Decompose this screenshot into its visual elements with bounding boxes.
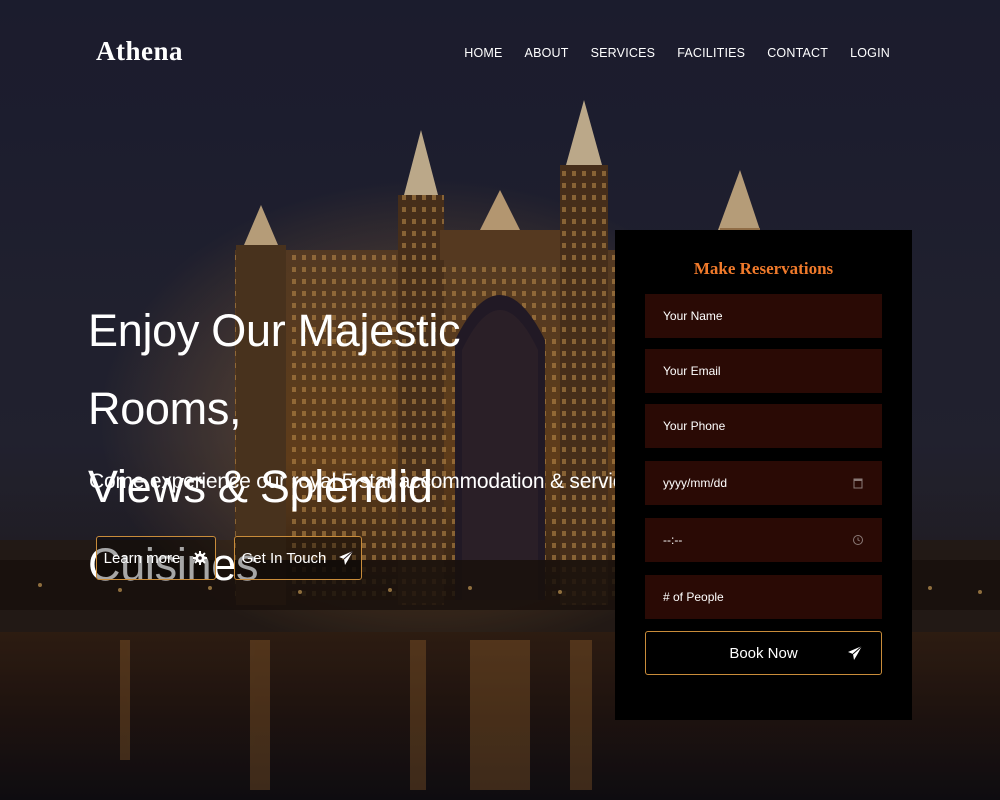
learn-more-label: Learn more [103, 549, 181, 567]
main-nav: HOME ABOUT SERVICES FACILITIES CONTACT L… [464, 46, 890, 60]
nav-contact[interactable]: CONTACT [767, 46, 828, 60]
nav-services[interactable]: SERVICES [591, 46, 656, 60]
nav-home[interactable]: HOME [464, 46, 502, 60]
name-field-placeholder: Your Name [663, 309, 723, 323]
date-field[interactable]: yyyy/mm/dd [645, 461, 882, 505]
learn-more-button[interactable]: Learn more [96, 536, 216, 580]
reservation-title: Make Reservations [693, 259, 834, 278]
hero-tagline: Come experience our royal 5 star accommo… [89, 470, 651, 493]
book-now-button[interactable]: Book Now [645, 631, 882, 675]
phone-field[interactable]: Your Phone [645, 404, 882, 448]
calendar-icon[interactable] [852, 477, 864, 489]
email-field[interactable]: Your Email [645, 349, 882, 393]
email-field-placeholder: Your Email [663, 364, 721, 378]
paper-plane-icon [847, 645, 863, 661]
get-in-touch-button[interactable]: Get In Touch [234, 536, 362, 580]
nav-about[interactable]: ABOUT [525, 46, 569, 60]
time-field[interactable]: --:-- [645, 518, 882, 562]
nav-login[interactable]: LOGIN [850, 46, 890, 60]
brand-logo[interactable]: Athena [96, 36, 183, 67]
paper-plane-icon [338, 550, 354, 566]
people-field[interactable]: # of People [645, 575, 882, 619]
hero-headline-line1: Enjoy Our Majestic Rooms, [88, 305, 461, 434]
clock-icon[interactable] [852, 534, 864, 546]
people-field-placeholder: # of People [663, 590, 724, 604]
time-field-placeholder: --:-- [663, 533, 683, 547]
phone-field-placeholder: Your Phone [663, 419, 726, 433]
reservation-panel: Make Reservations Your Name Your Email Y… [615, 230, 912, 720]
nav-facilities[interactable]: FACILITIES [677, 46, 745, 60]
date-field-placeholder: yyyy/mm/dd [663, 476, 728, 490]
book-now-label: Book Now [729, 644, 798, 662]
get-in-touch-label: Get In Touch [241, 549, 327, 567]
name-field[interactable]: Your Name [645, 294, 882, 338]
gear-icon [192, 550, 208, 566]
